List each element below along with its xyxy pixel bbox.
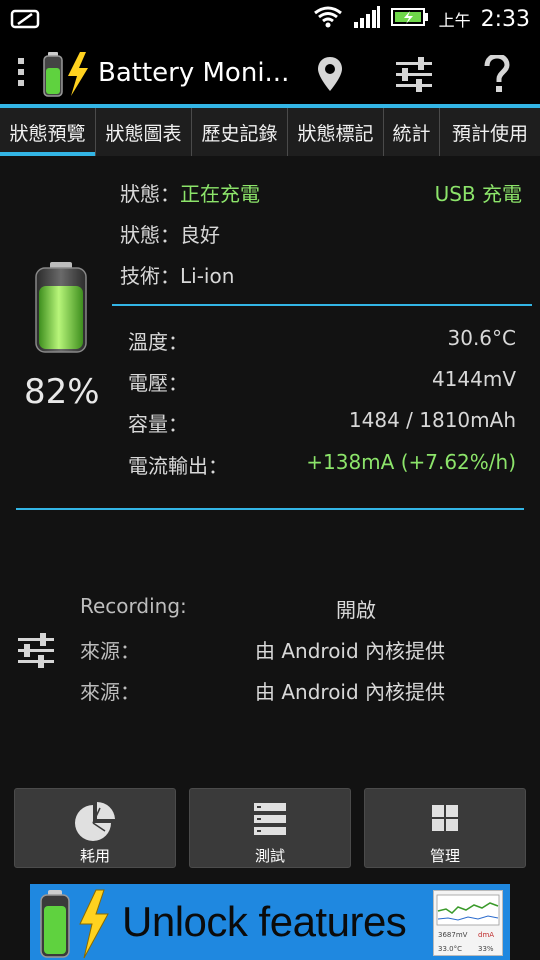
list-icon [254, 803, 286, 835]
source-label-2: 來源： [80, 680, 140, 704]
tab-history[interactable]: 歷史記錄 [192, 108, 288, 156]
health-row: 狀態：良好 [120, 219, 220, 248]
overflow-menu-icon[interactable] [18, 58, 26, 91]
charge-status-label: 狀態： [120, 182, 180, 206]
charge-status-row: 狀態：正在充電 [120, 178, 260, 207]
battery-percent: 82% [24, 372, 100, 412]
tab-statistics[interactable]: 統計 [384, 108, 440, 156]
technology-value: Li-ion [180, 264, 235, 288]
location-button[interactable] [305, 52, 355, 96]
unlock-features-banner[interactable]: Unlock features 3687mV dmA 33.0°C 33% [30, 884, 510, 960]
voltage-value: 4144mV [431, 367, 516, 391]
voltage-label: 電壓： [128, 371, 188, 395]
banner-mini-voltage: 3687mV [438, 931, 468, 939]
help-button[interactable] [472, 52, 522, 96]
current-label: 電流輸出： [128, 454, 228, 478]
pie-chart-icon [75, 802, 115, 841]
manage-button-label: 管理 [429, 847, 460, 865]
temperature-value: 30.6°C [447, 326, 517, 350]
banner-text: Unlock features [122, 898, 407, 945]
test-button-label: 測試 [254, 847, 285, 865]
charge-status-value: 正在充電 [180, 182, 260, 206]
manage-button[interactable]: 管理 [364, 788, 526, 868]
signal-icon [353, 5, 381, 33]
source-value-2: 由 Android 內核提供 [255, 680, 446, 704]
overview-divider [112, 304, 532, 306]
tab-bar: 狀態預覽 狀態圖表 歷史記錄 狀態標記 統計 預計使用 [0, 108, 540, 156]
source-value: 由 Android 內核提供 [255, 639, 446, 663]
capacity-label: 容量： [128, 412, 188, 436]
recording-label: Recording: [80, 594, 187, 618]
action-bar: Battery Moni... [0, 38, 540, 108]
settings-sliders-button[interactable] [389, 52, 439, 96]
current-value: +138mA (+7.62%/h) [306, 450, 516, 474]
banner-mini-temp: 33.0°C [438, 945, 462, 953]
app-logo-icon[interactable] [42, 50, 94, 102]
usage-button-label: 耗用 [79, 847, 110, 865]
tab-markers[interactable]: 狀態標記 [288, 108, 384, 156]
map-pin-icon [318, 57, 342, 91]
clock-time: 2:33 [480, 6, 530, 32]
sliders-icon [396, 57, 432, 92]
tab-estimate[interactable]: 預計使用 [440, 108, 540, 156]
banner-mini-pct: 33% [478, 945, 494, 953]
usage-button[interactable]: 耗用 [14, 788, 176, 868]
battery-charging-icon [390, 6, 429, 32]
source-label: 來源： [80, 639, 140, 663]
tab-overview[interactable]: 狀態預覽 [0, 108, 96, 156]
banner-battery-icon [40, 889, 109, 959]
technology-row: 技術：Li-ion [120, 260, 234, 289]
status-bar: 上午 2:33 [0, 0, 540, 38]
notification-icon [10, 7, 42, 35]
temperature-label: 溫度： [128, 330, 188, 354]
grid-icon [432, 805, 458, 831]
health-label: 狀態： [120, 223, 180, 247]
health-value: 良好 [180, 223, 220, 247]
wifi-icon [313, 5, 343, 33]
test-button[interactable]: 測試 [189, 788, 351, 868]
capacity-value: 1484 / 1810mAh [348, 408, 516, 432]
app-title: Battery Moni... [98, 58, 290, 88]
charge-source: USB 充電 [434, 182, 522, 206]
section-divider [16, 508, 524, 510]
question-mark-icon [484, 55, 510, 92]
recording-settings-icon[interactable] [16, 632, 56, 674]
tab-charts[interactable]: 狀態圖表 [96, 108, 192, 156]
banner-screenshot-thumbnail: 3687mV dmA 33.0°C 33% [433, 890, 503, 956]
technology-label: 技術： [120, 264, 180, 288]
battery-level-icon [34, 262, 88, 358]
banner-mini-current: dmA [478, 931, 495, 939]
clock-ampm: 上午 [438, 11, 471, 30]
recording-value: 開啟 [336, 598, 376, 622]
